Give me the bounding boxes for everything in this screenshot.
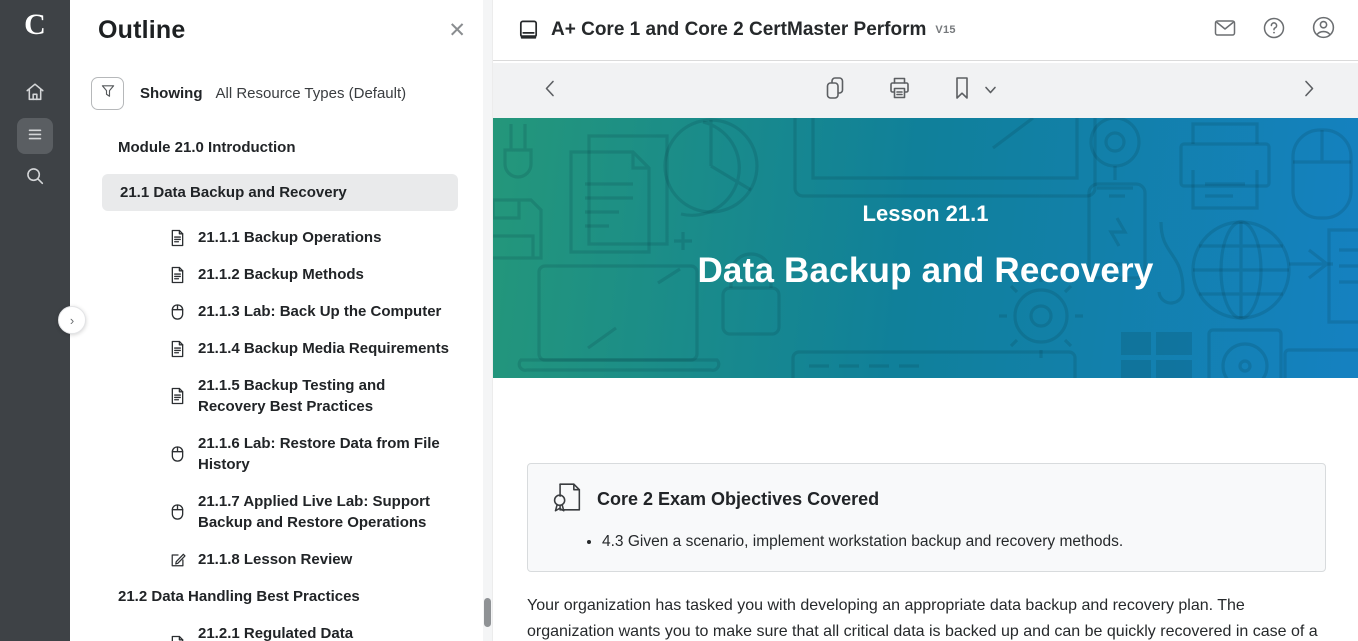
outline-item-21-1-7[interactable]: 21.1.7 Applied Live Lab: Support Backup … — [70, 491, 492, 533]
outline-item-21-1-4[interactable]: 21.1.4 Backup Media Requirements — [70, 338, 492, 359]
ereader-icon — [517, 19, 540, 42]
chevron-left-icon — [541, 78, 559, 103]
lesson-hero-banner: Lesson 21.1 Data Backup and Recovery — [493, 118, 1358, 378]
chevron-right-icon — [1300, 78, 1318, 103]
tech-pattern-illustration — [493, 118, 1358, 378]
filter-showing-label: Showing — [140, 85, 203, 102]
outline-item-21-1-8[interactable]: 21.1.8 Lesson Review — [70, 549, 492, 570]
lesson-title: Data Backup and Recovery — [493, 251, 1358, 291]
document-icon — [170, 635, 188, 641]
question-circle-icon — [1262, 16, 1286, 45]
search-icon — [24, 165, 46, 192]
home-icon — [24, 81, 46, 108]
copy-icon — [823, 75, 847, 106]
outline-item-21-1-1[interactable]: 21.1.1 Backup Operations — [70, 227, 492, 248]
mouse-icon — [170, 503, 188, 521]
lesson-toolbar — [493, 63, 1358, 118]
outline-scrollbar[interactable] — [483, 0, 492, 641]
outline-item-module-21-0[interactable]: Module 21.0 Introduction — [70, 137, 492, 158]
document-icon — [170, 229, 188, 247]
account-button[interactable] — [1311, 15, 1336, 45]
outline-panel: Outline ✕ Showing All Resource Types (De… — [70, 0, 492, 641]
search-button[interactable] — [17, 160, 53, 196]
outline-item-21-1-active[interactable]: 21.1 Data Backup and Recovery — [102, 174, 458, 211]
home-button[interactable] — [17, 76, 53, 112]
mouse-icon — [170, 303, 188, 321]
chevron-right-icon: › — [70, 313, 74, 328]
help-button[interactable] — [1262, 16, 1286, 45]
outline-panel-title: Outline — [98, 16, 186, 45]
funnel-icon — [99, 82, 117, 105]
outline-item-21-1-2[interactable]: 21.1.2 Backup Methods — [70, 264, 492, 285]
mail-icon — [1213, 16, 1237, 45]
outline-item-21-1-5[interactable]: 21.1.5 Backup Testing and Recovery Best … — [70, 375, 492, 417]
app-window: C › Outline ✕ — [0, 0, 1358, 641]
filter-button[interactable] — [91, 77, 124, 110]
outline-item-module-21-2[interactable]: 21.2 Data Handling Best Practices — [70, 586, 492, 607]
bookmark-icon — [952, 75, 972, 106]
document-icon — [170, 266, 188, 284]
course-header: A+ Core 1 and Core 2 CertMaster Perform … — [493, 0, 1358, 61]
pencil-icon — [170, 551, 188, 568]
previous-page-button[interactable] — [541, 78, 559, 103]
objectives-title: Core 2 Exam Objectives Covered — [597, 489, 879, 510]
exam-objectives-box: Core 2 Exam Objectives Covered 4.3 Given… — [527, 463, 1326, 572]
outline-item-21-1-3[interactable]: 21.1.3 Lab: Back Up the Computer — [70, 301, 492, 322]
outline-toggle-button[interactable] — [17, 118, 53, 154]
bookmark-button[interactable] — [952, 75, 972, 106]
outline-list: Module 21.0 Introduction 21.1 Data Backu… — [70, 137, 492, 641]
comptia-logo: C — [24, 8, 46, 42]
lesson-number: Lesson 21.1 — [493, 201, 1358, 227]
outline-scrollbar-thumb[interactable] — [484, 598, 491, 627]
print-button[interactable] — [887, 75, 912, 106]
document-icon — [170, 387, 188, 405]
objectives-list: 4.3 Given a scenario, implement workstat… — [602, 531, 1303, 553]
next-page-button[interactable] — [1300, 78, 1318, 103]
user-circle-icon — [1311, 15, 1336, 45]
outline-item-21-2-1[interactable]: 21.2.1 Regulated Data Classification — [70, 623, 492, 641]
outline-item-21-1-6[interactable]: 21.1.6 Lab: Restore Data from File Histo… — [70, 433, 492, 475]
close-icon[interactable]: ✕ — [448, 20, 466, 41]
panel-collapse-button[interactable]: › — [58, 306, 86, 334]
course-version-badge: V15 — [935, 24, 955, 36]
objective-item: 4.3 Given a scenario, implement workstat… — [602, 531, 1303, 553]
lesson-intro-paragraph: Your organization has tasked you with de… — [527, 593, 1326, 641]
messages-button[interactable] — [1213, 16, 1237, 45]
main-area: A+ Core 1 and Core 2 CertMaster Perform … — [492, 0, 1358, 641]
document-icon — [170, 340, 188, 358]
printer-icon — [887, 75, 912, 106]
course-title: A+ Core 1 and Core 2 CertMaster Perform — [551, 19, 926, 41]
mouse-icon — [170, 445, 188, 463]
menu-icon — [24, 123, 46, 150]
chevron-down-icon — [984, 82, 997, 100]
copy-button[interactable] — [823, 75, 847, 106]
lesson-content: Core 2 Exam Objectives Covered 4.3 Given… — [493, 378, 1358, 641]
filter-current-value: All Resource Types (Default) — [216, 85, 407, 102]
certificate-icon — [550, 480, 583, 519]
bookmark-menu-button[interactable] — [984, 82, 997, 100]
